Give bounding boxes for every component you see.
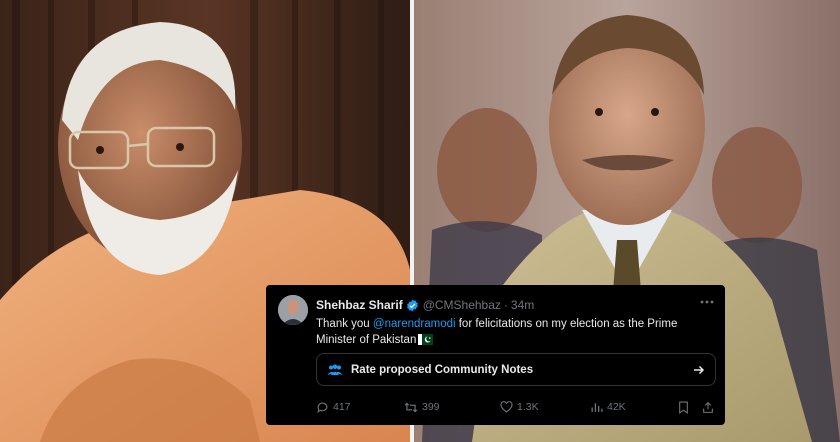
more-options-icon[interactable]: [699, 295, 715, 309]
bookmark-icon: [678, 401, 689, 414]
like-count: 1.3K: [517, 401, 539, 413]
retweet-count: 399: [422, 401, 440, 413]
user-handle[interactable]: @CMShehbaz: [423, 298, 501, 312]
pakistan-flag-icon: [418, 334, 434, 345]
tweet-actions: 417 399 1.3K 42K: [316, 399, 714, 415]
retweet-button[interactable]: 399: [404, 401, 440, 414]
avatar[interactable]: [278, 295, 308, 325]
like-icon: [500, 401, 513, 413]
retweet-icon: [404, 401, 418, 414]
tweet-header: Shehbaz Sharif @CMShehbaz · 34m: [316, 297, 534, 313]
mention-link[interactable]: @narendramodi: [373, 318, 456, 330]
reply-button[interactable]: 417: [316, 401, 351, 414]
display-name[interactable]: Shehbaz Sharif: [316, 298, 403, 312]
tweet-text: Thank you @narendramodi for felicitation…: [316, 316, 701, 348]
reply-count: 417: [333, 401, 351, 413]
tweet-text-start: Thank you: [316, 318, 373, 330]
views-count: 42K: [607, 401, 626, 413]
tweet-card[interactable]: Shehbaz Sharif @CMShehbaz · 34m Thank yo…: [266, 285, 725, 425]
views-icon: [590, 401, 603, 413]
views-button[interactable]: 42K: [590, 401, 626, 413]
community-notes-icon: [327, 364, 343, 376]
reply-icon: [316, 401, 329, 414]
community-notes-label: Rate proposed Community Notes: [351, 363, 534, 376]
arrow-right-icon: [693, 365, 705, 375]
share-button[interactable]: [702, 401, 714, 414]
bookmark-button[interactable]: [678, 401, 689, 414]
news-composite-image: Shehbaz Sharif @CMShehbaz · 34m Thank yo…: [0, 0, 840, 442]
like-button[interactable]: 1.3K: [500, 401, 539, 413]
share-icon: [702, 401, 714, 414]
separator-dot: ·: [503, 298, 508, 312]
community-notes-button[interactable]: Rate proposed Community Notes: [316, 353, 716, 386]
verified-badge-icon: [406, 299, 419, 312]
tweet-time[interactable]: 34m: [511, 298, 534, 312]
